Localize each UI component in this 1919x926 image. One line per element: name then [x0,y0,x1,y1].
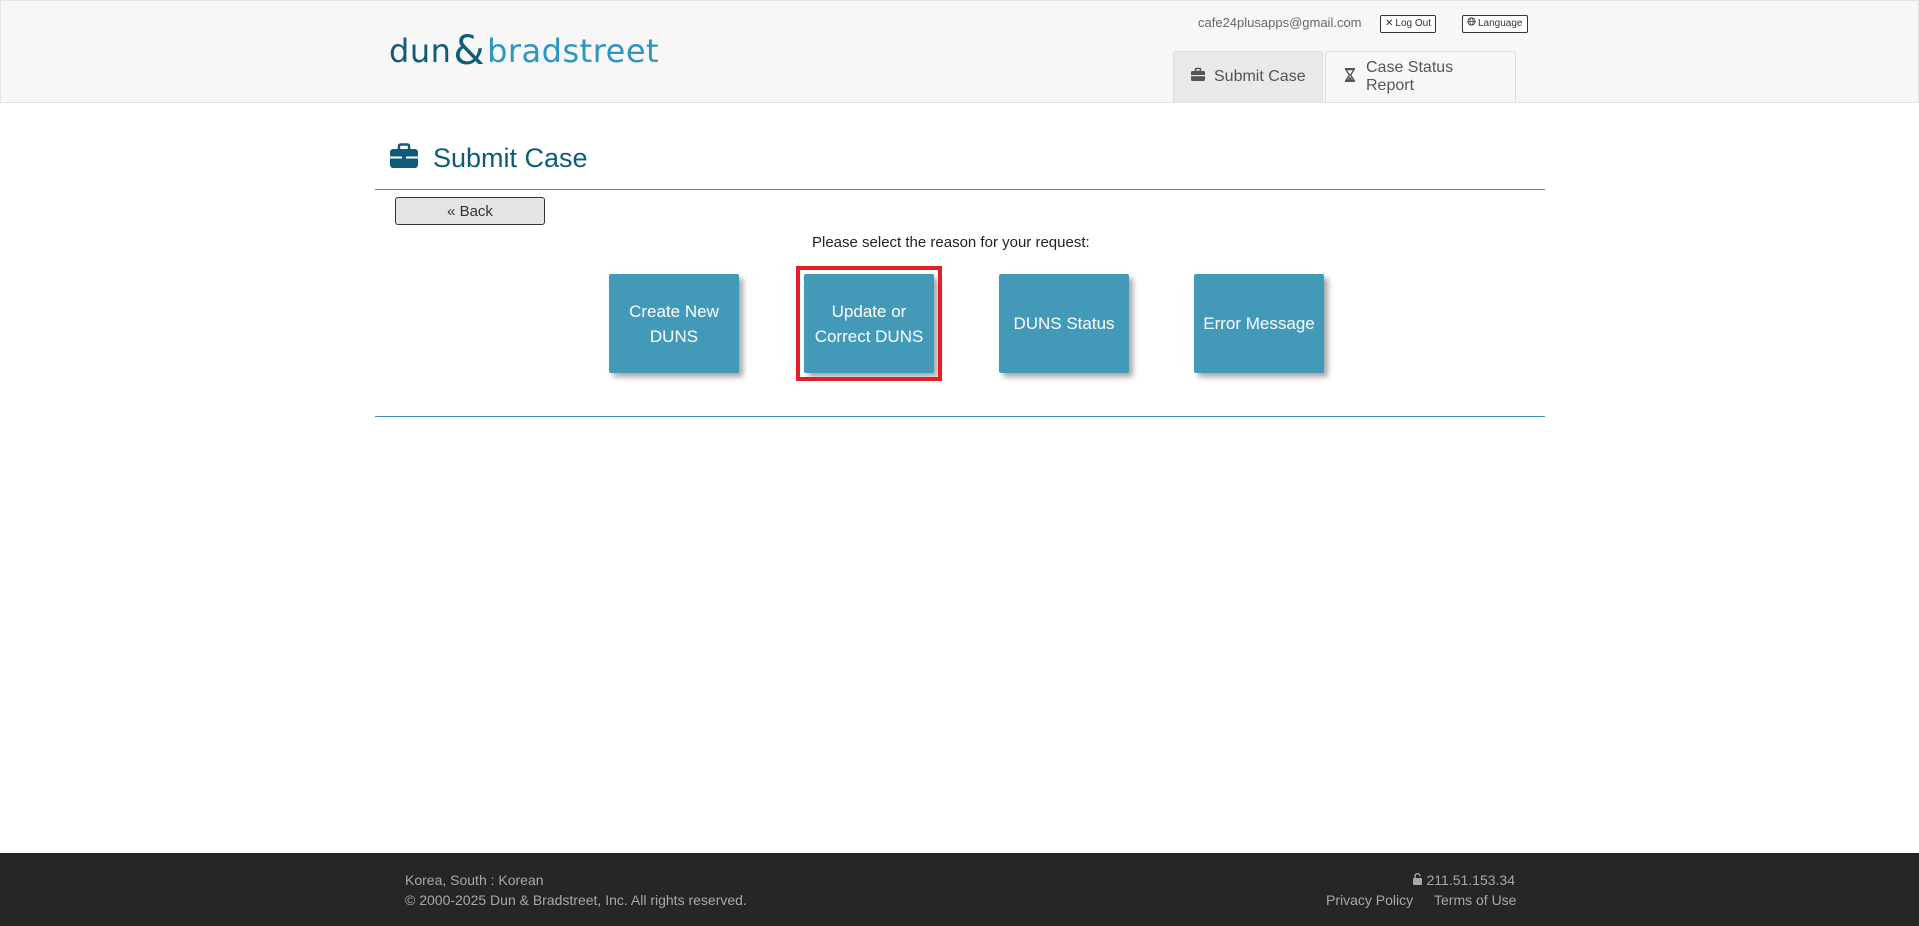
reason-prompt: Please select the reason for your reques… [812,234,1090,251]
footer: Korea, South : Korean © 2000-2025 Dun & … [0,853,1919,926]
page-title-text: Submit Case [433,143,588,173]
footer-ip: 211.51.153.34 [1412,872,1516,888]
tab-case-status-report[interactable]: Case Status Report [1325,51,1516,102]
create-new-duns-button[interactable]: Create New DUNS [609,274,739,373]
briefcase-icon [1190,67,1206,88]
user-email: cafe24plusapps@gmail.com [1198,15,1362,30]
divider-bottom [375,416,1545,417]
tab-case-status-report-label: Case Status Report [1366,59,1454,94]
footer-region[interactable]: Korea, South : Korean [405,872,544,888]
logo-ampersand: & [453,28,486,74]
divider-top [375,189,1545,190]
error-message-button[interactable]: Error Message [1194,274,1324,373]
update-or-correct-duns-button[interactable]: Update or Correct DUNS [804,274,934,373]
tab-submit-case[interactable]: Submit Case [1173,51,1323,102]
language-label: Language [1478,18,1523,29]
dnb-logo[interactable]: dun & bradstreet [389,28,660,74]
footer-copyright: © 2000-2025 Dun & Bradstreet, Inc. All r… [405,892,747,908]
header: dun & bradstreet cafe24plusapps@gmail.co… [0,0,1919,103]
back-button[interactable]: « Back [395,197,545,225]
privacy-policy-link[interactable]: Privacy Policy [1326,892,1413,908]
terms-of-use-link[interactable]: Terms of Use [1434,892,1516,908]
close-icon: ✕ [1385,18,1394,29]
logout-label: Log Out [1395,18,1431,29]
briefcase-icon [389,143,419,174]
logo-text-bradstreet: bradstreet [487,32,660,70]
page-title: Submit Case [389,143,588,174]
duns-status-button[interactable]: DUNS Status [999,274,1129,373]
logo-text-dun: dun [389,32,452,70]
unlock-icon [1412,872,1423,888]
hourglass-icon [1342,67,1358,88]
language-button[interactable]: Language [1462,15,1528,33]
tab-submit-case-label: Submit Case [1214,68,1306,85]
footer-ip-text: 211.51.153.34 [1426,872,1516,888]
logout-button[interactable]: ✕ Log Out [1380,15,1436,33]
globe-icon [1467,16,1476,32]
